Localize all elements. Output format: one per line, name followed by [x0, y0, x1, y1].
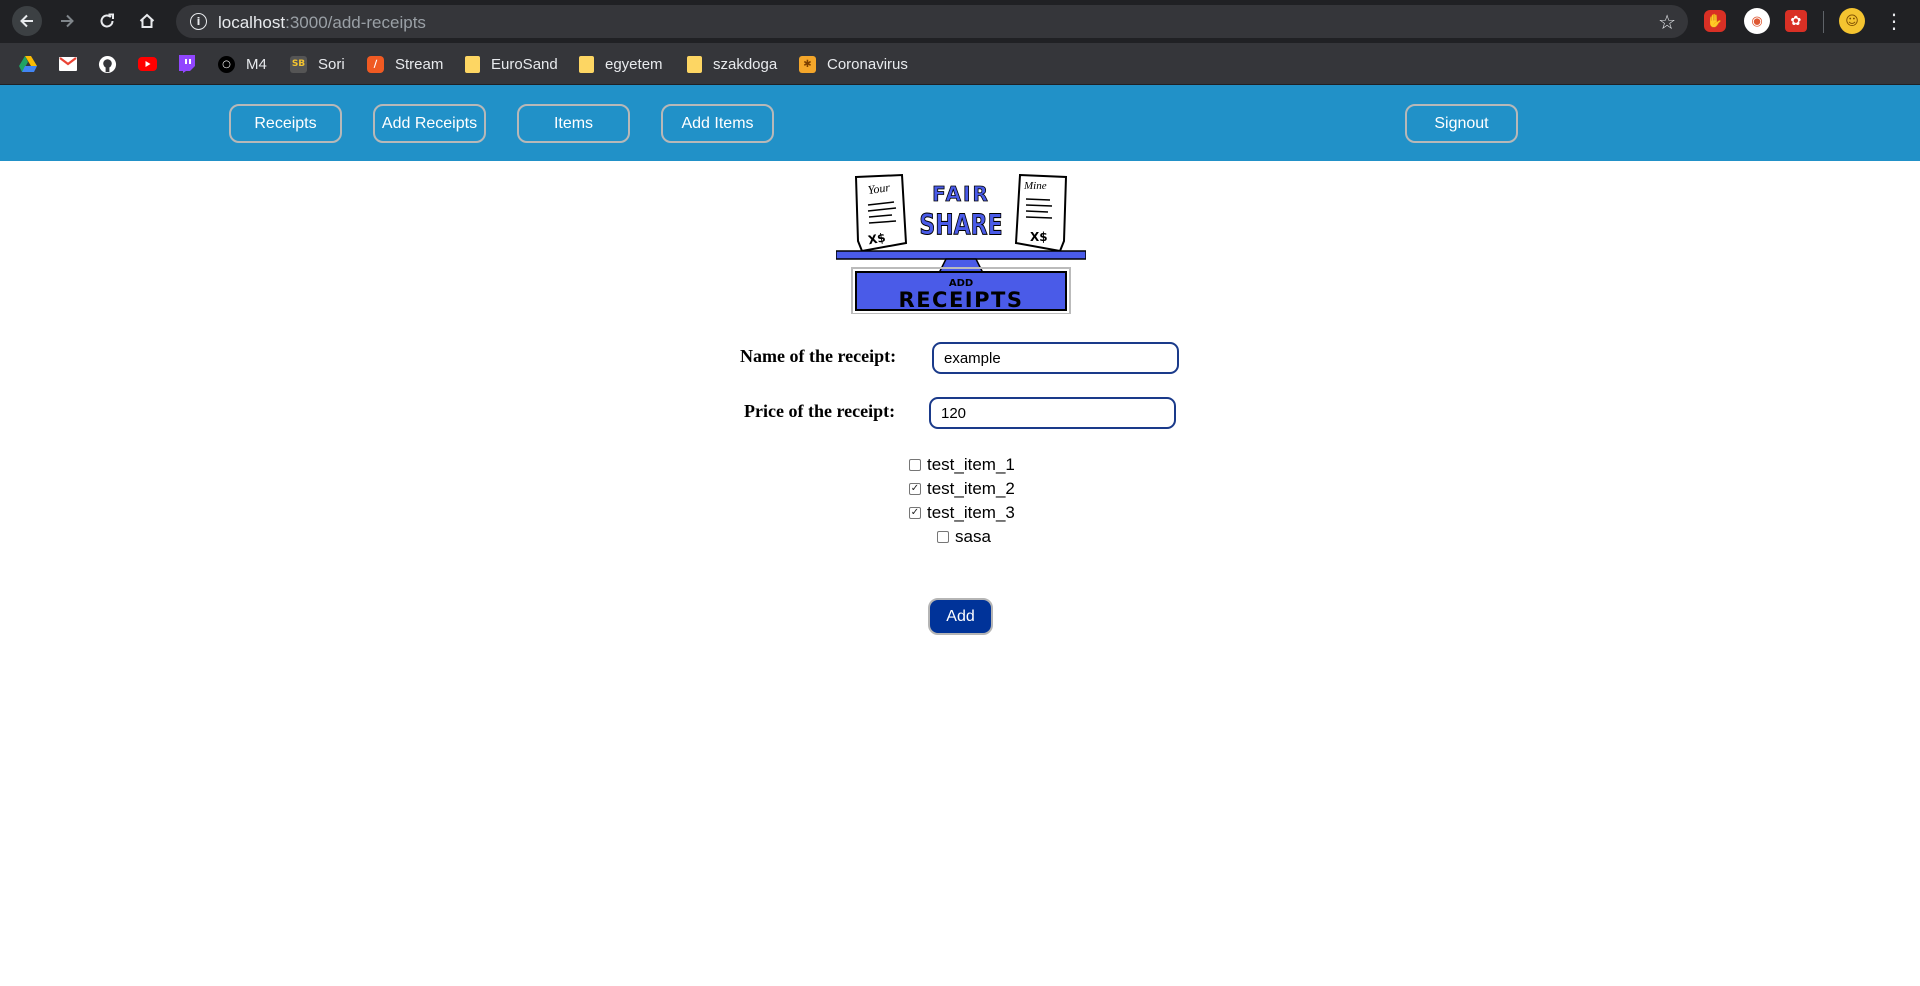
- receipt-name-label: Name of the receipt:: [740, 346, 897, 366]
- profile-avatar[interactable]: ☺: [1839, 8, 1865, 34]
- bookmark-stream[interactable]: ∕ Stream: [367, 52, 443, 76]
- item-label: test_item_2: [927, 479, 1015, 498]
- item-checkbox-row[interactable]: sasa: [937, 527, 991, 547]
- home-icon: [139, 13, 155, 28]
- browser-menu-icon[interactable]: ⋮: [1884, 8, 1904, 34]
- sb-icon: SB: [290, 55, 307, 73]
- folder-icon: [687, 55, 702, 73]
- info-icon[interactable]: i: [190, 13, 207, 30]
- logo-title-top: FAIR: [932, 182, 990, 206]
- receipts-nav-button[interactable]: Receipts: [229, 104, 342, 143]
- bookmark-egyetem[interactable]: egyetem: [579, 52, 663, 76]
- receipt-price-label: Price of the receipt:: [744, 401, 896, 421]
- arrow-left-icon: [20, 14, 33, 28]
- reload-icon: [100, 13, 114, 28]
- add-receipts-nav-button[interactable]: Add Receipts: [373, 104, 486, 143]
- bookmark-star-icon[interactable]: ☆: [1658, 10, 1676, 34]
- bookmark-label: EuroSand: [491, 55, 558, 73]
- browser-toolbar: i localhost:3000/add-receipts ☆ ✋ ◉ ✿ ☺ …: [0, 0, 1920, 43]
- item-checkbox-row[interactable]: test_item_1: [909, 455, 1015, 475]
- reload-button[interactable]: [92, 6, 122, 36]
- item-label: test_item_1: [927, 455, 1015, 474]
- bookmarks-bar: ○ M4 SB Sori ∕ Stream EuroSand egyetem s…: [0, 43, 1920, 85]
- logo-title-bottom: SHARE: [919, 209, 1002, 243]
- extension-icon[interactable]: ✿: [1785, 10, 1807, 32]
- back-button[interactable]: [12, 6, 42, 36]
- stream-icon: ∕: [367, 55, 384, 73]
- m4-icon: ○: [218, 55, 235, 73]
- logo-banner-big: RECEIPTS: [899, 288, 1024, 312]
- bookmark-eurosand[interactable]: EuroSand: [465, 52, 558, 76]
- url-text[interactable]: localhost:3000/add-receipts: [218, 13, 426, 33]
- url-host: localhost: [218, 13, 286, 32]
- gmail-icon: [59, 57, 77, 71]
- item-checkbox-row[interactable]: ✓ test_item_2: [909, 479, 1015, 499]
- logo-right-amount: X$: [1030, 230, 1048, 244]
- coronavirus-icon: ✱: [799, 55, 816, 73]
- bookmark-twitch[interactable]: [178, 52, 195, 76]
- fair-share-logo: Your X$ Mine X$ FAIR SHARE ADD RECEIPTS: [836, 173, 1086, 314]
- home-button[interactable]: [132, 6, 162, 36]
- app-header: Receipts Add Receipts Items Add Items Si…: [0, 85, 1920, 161]
- item-checkbox-row[interactable]: ✓ test_item_3: [909, 503, 1015, 523]
- add-items-nav-button[interactable]: Add Items: [661, 104, 774, 143]
- address-bar[interactable]: i localhost:3000/add-receipts ☆: [176, 5, 1688, 38]
- item-checkbox[interactable]: ✓: [909, 483, 921, 495]
- folder-icon: [465, 55, 480, 73]
- toolbar-divider: [1823, 11, 1824, 33]
- item-label: sasa: [955, 527, 991, 546]
- youtube-icon: [138, 57, 157, 71]
- item-label: test_item_3: [927, 503, 1015, 522]
- bookmark-github[interactable]: [98, 52, 117, 76]
- arrow-right-icon: [61, 14, 74, 28]
- bookmark-google-drive[interactable]: [19, 52, 37, 76]
- github-icon: [98, 55, 117, 73]
- bookmark-coronavirus[interactable]: ✱ Coronavirus: [799, 52, 908, 76]
- bookmark-label: Coronavirus: [827, 55, 908, 73]
- bookmark-label: Stream: [395, 55, 444, 73]
- bookmark-gmail[interactable]: [59, 52, 77, 76]
- forward-button[interactable]: [52, 6, 82, 36]
- adblock-extension-icon[interactable]: ✋: [1704, 10, 1726, 32]
- bookmark-label: szakdoga: [713, 55, 778, 73]
- item-checkbox[interactable]: [937, 531, 949, 543]
- url-path: :3000/add-receipts: [285, 13, 426, 32]
- item-checkbox[interactable]: [909, 459, 921, 471]
- bookmark-label: egyetem: [605, 55, 663, 73]
- receipt-name-input[interactable]: [932, 342, 1179, 374]
- bookmark-label: Sori: [318, 55, 345, 73]
- bookmark-m4[interactable]: ○ M4: [218, 52, 267, 76]
- duckduckgo-extension-icon[interactable]: ◉: [1744, 8, 1770, 34]
- folder-icon: [579, 55, 594, 73]
- item-checkbox[interactable]: ✓: [909, 507, 921, 519]
- bookmark-szakdoga[interactable]: szakdoga: [687, 52, 777, 76]
- bookmark-label: M4: [246, 55, 267, 73]
- signout-button[interactable]: Signout: [1405, 104, 1518, 143]
- add-receipt-button[interactable]: Add: [928, 598, 993, 635]
- items-nav-button[interactable]: Items: [517, 104, 630, 143]
- receipt-price-input[interactable]: [929, 397, 1176, 429]
- logo-right-receipt-text: Mine: [1023, 180, 1047, 192]
- google-drive-icon: [19, 56, 37, 72]
- twitch-icon: [179, 55, 195, 73]
- bookmark-youtube[interactable]: [138, 52, 157, 76]
- bookmark-sori[interactable]: SB Sori: [290, 52, 345, 76]
